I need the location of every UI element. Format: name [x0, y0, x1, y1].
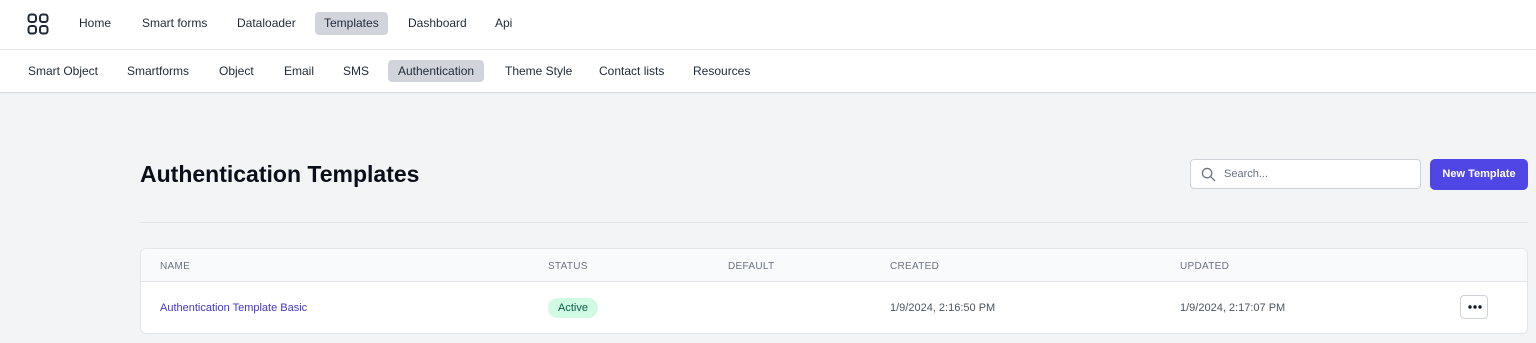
template-name-link[interactable]: Authentication Template Basic	[160, 302, 307, 314]
column-header-default[interactable]: DEFAULT	[728, 261, 774, 272]
status-badge: Active	[548, 298, 598, 318]
column-header-created[interactable]: CREATED	[890, 261, 939, 272]
header-divider	[140, 222, 1528, 223]
grid-apps-icon[interactable]	[27, 13, 49, 35]
row-actions-button[interactable]	[1460, 295, 1488, 319]
subnav-item-smart-object[interactable]: Smart Object	[18, 60, 108, 82]
table-header: NAME STATUS DEFAULT CREATED UPDATED	[141, 249, 1527, 282]
top-navigation: Home Smart forms Dataloader Templates Da…	[0, 0, 1536, 50]
column-header-updated[interactable]: UPDATED	[1180, 261, 1229, 272]
subnav-item-contact-lists[interactable]: Contact lists	[589, 60, 674, 82]
nav-item-templates[interactable]: Templates	[315, 12, 388, 35]
updated-cell: 1/9/2024, 2:17:07 PM	[1180, 302, 1286, 314]
more-horizontal-icon	[1468, 305, 1482, 309]
nav-item-api[interactable]: Api	[486, 12, 521, 35]
subnav-item-resources[interactable]: Resources	[683, 60, 760, 82]
subnav-item-sms[interactable]: SMS	[333, 60, 379, 82]
nav-item-dashboard[interactable]: Dashboard	[399, 12, 476, 35]
search-input[interactable]	[1224, 160, 1414, 188]
nav-item-dataloader[interactable]: Dataloader	[228, 12, 305, 35]
table-row: Authentication Template Basic Active 1/9…	[141, 282, 1527, 333]
column-header-status[interactable]: STATUS	[548, 261, 588, 272]
search-box[interactable]	[1190, 159, 1421, 189]
created-cell: 1/9/2024, 2:16:50 PM	[890, 302, 996, 314]
nav-item-smart-forms[interactable]: Smart forms	[133, 12, 216, 35]
search-icon	[1201, 167, 1216, 182]
templates-table: NAME STATUS DEFAULT CREATED UPDATED Auth…	[140, 248, 1528, 334]
nav-item-home[interactable]: Home	[70, 12, 120, 35]
column-header-name[interactable]: NAME	[160, 261, 190, 272]
page-title: Authentication Templates	[140, 161, 420, 187]
subnav-item-authentication[interactable]: Authentication	[388, 60, 485, 82]
subnav-item-object[interactable]: Object	[209, 60, 264, 82]
new-template-button[interactable]: New Template	[1430, 159, 1528, 190]
sub-navigation: Smart Object Smartforms Object Email SMS…	[0, 50, 1536, 93]
subnav-item-smartforms[interactable]: Smartforms	[117, 60, 199, 82]
subnav-item-email[interactable]: Email	[274, 60, 324, 82]
subnav-item-theme-style[interactable]: Theme Style	[495, 60, 582, 82]
